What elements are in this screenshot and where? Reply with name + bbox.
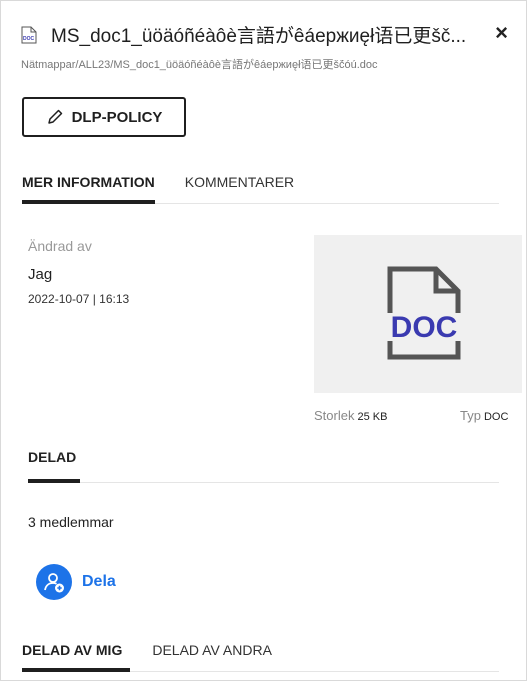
tab-comments[interactable]: KOMMENTARER (185, 174, 294, 203)
tab-shared-by-me[interactable]: DELAD AV MIG (22, 642, 131, 672)
type-value: DOC (483, 411, 509, 423)
svg-text:DOC: DOC (23, 36, 35, 42)
size-value: 25 KB (357, 411, 388, 423)
type-label: Typ (460, 408, 481, 423)
svg-text:DOC: DOC (391, 311, 458, 344)
modified-info: Ändrad av Jag 2022-10-07 | 16:13 (28, 238, 129, 306)
share-label: Dela (82, 573, 116, 590)
size-label: Storlek (314, 408, 355, 423)
modified-by-label: Ändrad av (28, 238, 92, 254)
pencil-icon (47, 109, 62, 124)
shared-heading: DELAD (28, 449, 81, 483)
file-thumbnail: DOC (314, 235, 522, 393)
add-user-icon (36, 564, 72, 600)
tab-shared-by-others[interactable]: DELAD AV ANDRA (152, 642, 272, 671)
doc-file-icon: DOC (21, 26, 37, 43)
dlp-policy-button[interactable]: DLP-POLICY (22, 97, 186, 137)
modified-date: 2022-10-07 | 16:13 (28, 292, 130, 306)
file-size: Storlek 25 KB (314, 408, 387, 423)
tab-more-information[interactable]: MER INFORMATION (22, 174, 155, 204)
shared-tabs: DELAD AV MIG DELAD AV ANDRA (22, 642, 499, 672)
file-path: Nätmappar/ALL23/MS_doc1_üöäóñéàôè言語がêáeр… (21, 59, 378, 71)
file-details-panel: DOC MS_doc1_üöäóñéàôè言語がêáeржиęł语已更šč...… (0, 0, 527, 681)
file-type: Typ DOC (460, 408, 508, 423)
info-tabs: MER INFORMATION KOMMENTARER (22, 174, 499, 204)
title-row: DOC MS_doc1_üöäóñéàôè言語がêáeржиęł语已更šč... (21, 21, 516, 48)
dlp-policy-label: DLP-POLICY (71, 108, 163, 126)
panel-header: DOC MS_doc1_üöäóñéàôè言語がêáeржиęł语已更šč...… (21, 21, 516, 72)
close-icon[interactable]: × (495, 21, 508, 45)
modified-by-value: Jag (28, 266, 53, 283)
shared-section-header: DELAD (28, 449, 499, 483)
doc-thumbnail-icon: DOC (384, 266, 464, 360)
member-count: 3 medlemmar (28, 514, 114, 530)
file-title: MS_doc1_üöäóñéàôè言語がêáeржиęł语已更šč... (51, 26, 467, 47)
share-button[interactable]: Dela (36, 564, 116, 600)
